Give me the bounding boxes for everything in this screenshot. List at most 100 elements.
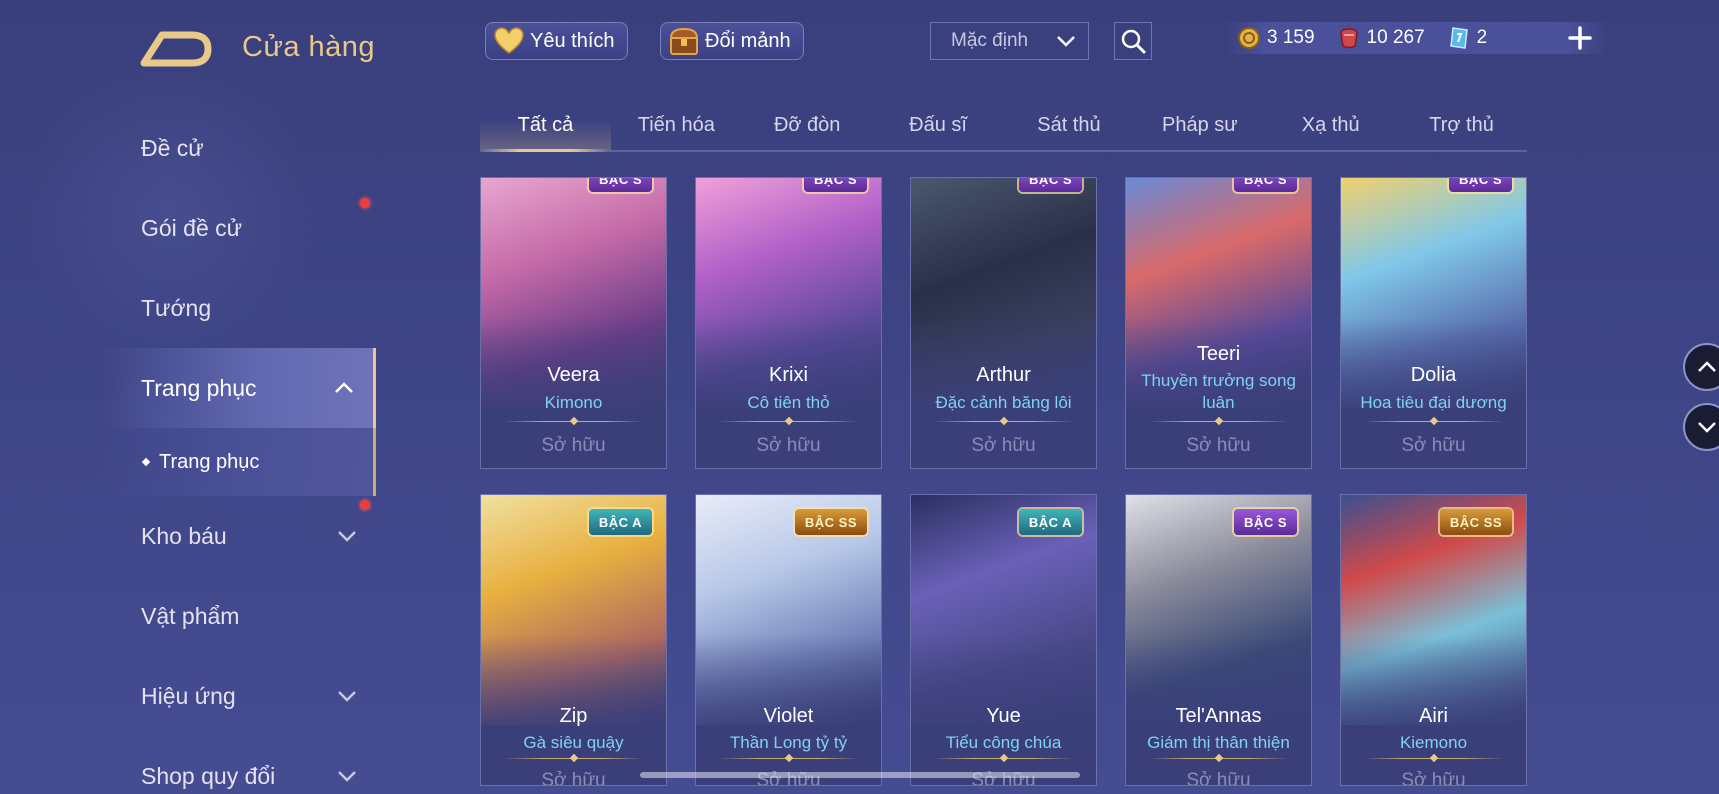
notification-dot — [360, 198, 370, 208]
skin-card[interactable]: BẬC S Arthur Đặc cảnh băng lôi Sở hữu — [910, 177, 1097, 469]
skin-card[interactable]: BẬC SS Airi Kiemono Sở hữu — [1340, 494, 1527, 786]
search-button[interactable] — [1114, 22, 1152, 60]
exchange-fragments-button[interactable]: Đổi mảnh — [660, 22, 804, 60]
hero-name: Dolia — [1410, 364, 1457, 386]
tab-evolution[interactable]: Tiến hóa — [611, 104, 742, 150]
owned-status: Sở hữu — [541, 770, 606, 786]
owned-status: Sở hữu — [971, 435, 1036, 456]
tier-badge: BẬC A — [1018, 509, 1082, 535]
category-tabs: Tất cả Tiến hóa Đỡ đòn Đấu sĩ Sát thủ Ph… — [480, 104, 1527, 152]
treasure-chest-icon — [667, 24, 701, 58]
hero-name: Violet — [763, 705, 814, 727]
gold-amount: 3 159 — [1267, 27, 1315, 48]
voucher-amount: 10 267 — [1366, 27, 1425, 48]
chevron-down-icon — [338, 691, 356, 702]
home-indicator[interactable] — [640, 772, 1080, 778]
hero-name: Airi — [1419, 705, 1448, 727]
tab-fighter[interactable]: Đấu sĩ — [873, 104, 1004, 150]
skin-card[interactable]: BẬC S Veera Kimono Sở hữu — [480, 177, 667, 469]
skin-card[interactable]: BẬC SS Violet Thần Long tỷ tỷ Sở hữu — [695, 494, 882, 786]
sidebar-item-treasure[interactable]: Kho báu — [100, 496, 376, 576]
tier-badge: BẬC SS — [1439, 509, 1512, 535]
owned-status: Sở hữu — [1186, 770, 1251, 786]
tab-all[interactable]: Tất cả — [480, 104, 611, 152]
bullet-diamond-icon — [141, 457, 151, 467]
sidebar-item-recommended-packs[interactable]: Gói đề cử — [100, 188, 376, 268]
sidebar-item-skins[interactable]: Trang phục — [100, 348, 376, 428]
notification-dot — [360, 500, 370, 510]
card-divider — [503, 758, 644, 759]
owned-status: Sở hữu — [541, 435, 606, 456]
page-title: Cửa hàng — [242, 30, 376, 63]
skin-card[interactable]: BẬC S Krixi Cô tiên thỏ Sở hữu — [695, 177, 882, 469]
favorites-label: Yêu thích — [530, 29, 615, 52]
hero-name: Zip — [559, 705, 588, 727]
voucher-icon — [1339, 28, 1358, 49]
sidebar-item-label: Gói đề cử — [141, 214, 243, 241]
card-divider — [1148, 758, 1289, 759]
sidebar-item-label: Vật phẩm — [141, 602, 240, 629]
sort-dropdown[interactable]: Mặc định — [930, 22, 1089, 60]
skin-name: Kimono — [544, 393, 603, 412]
skin-card[interactable]: BẬC A Zip Gà siêu quậy Sở hữu — [480, 494, 667, 786]
chevron-up-icon — [335, 382, 353, 393]
tab-support[interactable]: Trợ thủ — [1396, 104, 1527, 150]
sidebar-item-label: Trang phục — [141, 374, 257, 401]
hero-name: Arthur — [976, 364, 1031, 386]
skin-name: Gà siêu quậy — [523, 733, 624, 752]
tier-badge: BẬC SS — [794, 509, 867, 535]
tab-tank[interactable]: Đỡ đòn — [742, 104, 873, 150]
chevron-down-icon — [1698, 422, 1716, 433]
skin-name: Đặc cảnh băng lôi — [935, 393, 1072, 412]
skin-card[interactable]: BẬC A Yue Tiểu công chúa Sở hữu — [910, 494, 1097, 786]
tab-marksman[interactable]: Xạ thủ — [1265, 104, 1396, 150]
sidebar-item-recommended[interactable]: Đề cử — [100, 108, 376, 188]
scroll-up-button[interactable] — [1683, 343, 1719, 391]
sidebar-item-exchange-shop[interactable]: Shop quy đổi — [100, 736, 376, 794]
hero-name: Yue — [986, 705, 1021, 727]
tier-badge: BẬC A — [588, 509, 652, 535]
skin-name: Thần Long tỷ tỷ — [729, 733, 848, 752]
hero-name: Veera — [547, 364, 600, 386]
gold-coin-icon — [1238, 27, 1260, 49]
favorites-button[interactable]: Yêu thích — [485, 22, 628, 60]
scroll-down-button[interactable] — [1683, 403, 1719, 451]
skin-card[interactable]: BẬC S Teeri Thuyền trưởng song luân Sở h… — [1125, 177, 1312, 469]
sidebar-item-effects[interactable]: Hiệu ứng — [100, 656, 376, 736]
header-brand: Cửa hàng — [140, 22, 375, 72]
tier-badge: BẬC S — [589, 178, 652, 192]
tab-mage[interactable]: Pháp sư — [1134, 104, 1265, 150]
skin-name: Kiemono — [1399, 733, 1468, 752]
skin-card[interactable]: BẬC S Tel'Annas Giám thị thân thiện Sở h… — [1125, 494, 1312, 786]
skin-card[interactable]: BẬC S Dolia Hoa tiêu đại dương Sở hữu — [1340, 177, 1527, 469]
owned-status: Sở hữu — [1186, 435, 1251, 456]
currency-bar: 3 159 10 267 2 — [1225, 22, 1608, 54]
skin-name: Thuyền trưởng song luân — [1141, 371, 1296, 412]
chevron-down-icon — [338, 531, 356, 542]
ticket-amount: 2 — [1476, 27, 1488, 48]
tab-assassin[interactable]: Sát thủ — [1004, 104, 1135, 150]
sidebar-item-label: Hiệu ứng — [141, 682, 236, 709]
hero-name: Krixi — [769, 364, 808, 386]
back-icon[interactable] — [140, 27, 212, 67]
heart-icon — [492, 24, 526, 58]
sidebar-item-label: Kho báu — [141, 522, 227, 549]
hero-name: Tel'Annas — [1175, 705, 1262, 727]
skin-name: Hoa tiêu đại dương — [1360, 393, 1507, 412]
sidebar-item-label: Trang phục — [159, 450, 260, 473]
hero-name: Teeri — [1196, 343, 1241, 365]
sidebar-item-label: Tướng — [141, 294, 212, 321]
search-icon — [1121, 29, 1146, 54]
sidebar-item-items[interactable]: Vật phẩm — [100, 576, 376, 656]
sidebar-subitem-skins[interactable]: Trang phục — [100, 428, 376, 496]
skin-name: Cô tiên thỏ — [747, 393, 830, 412]
chevron-down-icon — [338, 771, 356, 782]
chevron-up-icon — [1698, 361, 1716, 372]
tier-badge: BẬC S — [1449, 178, 1512, 192]
sidebar-item-heroes[interactable]: Tướng — [100, 268, 376, 348]
voucher-currency: 10 267 — [1337, 26, 1425, 50]
sort-value: Mặc định — [951, 30, 1029, 51]
add-currency-button[interactable] — [1566, 24, 1594, 52]
sidebar: Đề cử Gói đề cử Tướng Trang phục Trang p… — [100, 108, 376, 794]
crystal-ticket-icon — [1449, 27, 1468, 49]
